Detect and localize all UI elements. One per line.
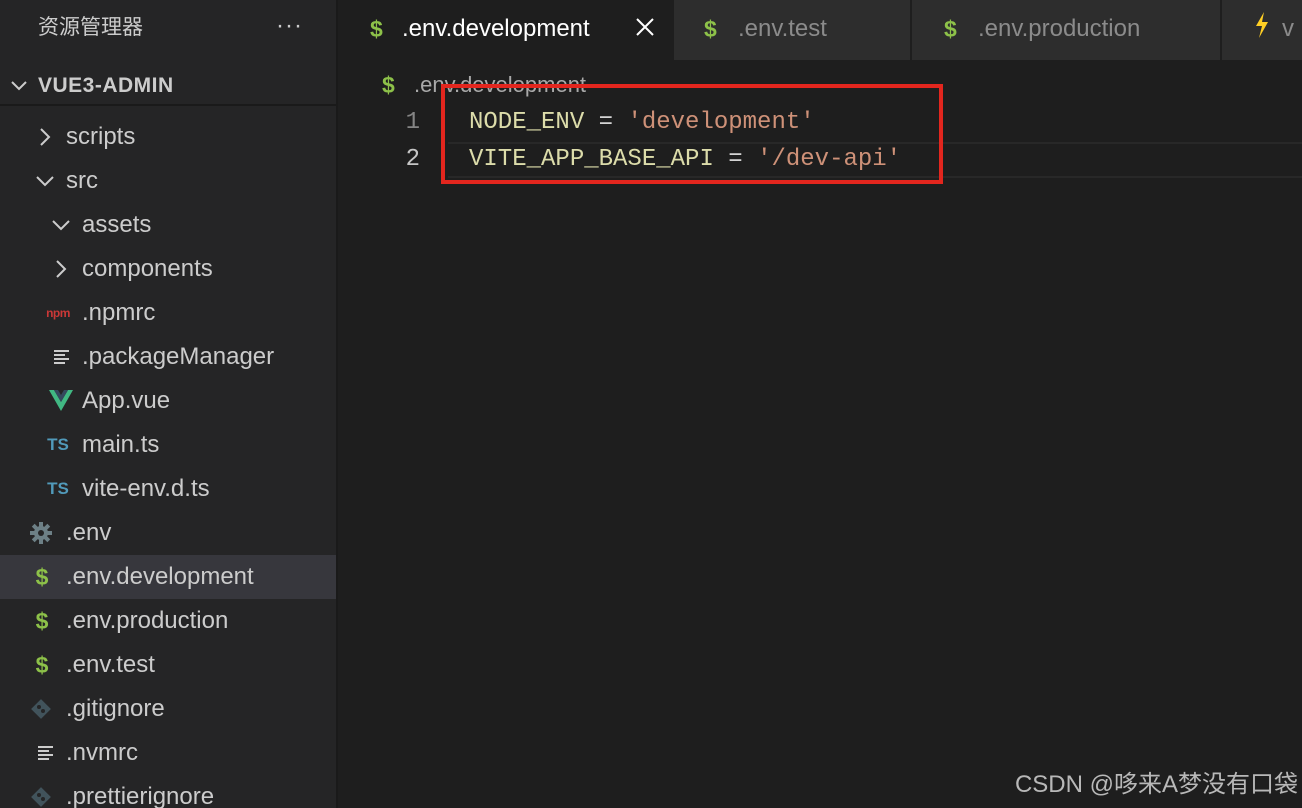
text-file-icon <box>50 335 74 379</box>
tree-item-label: .nvmrc <box>66 739 138 766</box>
chevron-right-icon <box>33 115 57 159</box>
tree-file-packagemanager[interactable]: .packageManager <box>0 335 336 379</box>
tree-item-label: .gitignore <box>66 695 165 722</box>
tab-env-production[interactable]: $ .env.production <box>912 0 1222 60</box>
tree-item-label: App.vue <box>82 387 171 414</box>
tree-file-prettierignore[interactable]: .prettierignore <box>0 775 336 808</box>
editor-tab-bar: $ .env.development $ .env.test $ .env.pr… <box>338 0 1302 60</box>
chevron-down-icon <box>49 203 73 247</box>
dollar-icon: $ <box>944 16 957 42</box>
annotation-highlight-box <box>441 84 943 184</box>
tree-file-env-development[interactable]: $ .env.development <box>0 555 336 599</box>
chevron-down-icon <box>10 79 28 97</box>
tree-file-vite-env[interactable]: TS vite-env.d.ts <box>0 467 336 511</box>
watermark: CSDN @哆来A梦没有口袋 <box>1014 771 1298 798</box>
typescript-icon: TS <box>47 479 69 498</box>
tree-file-main-ts[interactable]: TS main.ts <box>0 423 336 467</box>
close-icon[interactable] <box>634 16 656 43</box>
tree-item-label: components <box>82 255 213 282</box>
text-file-icon <box>34 731 58 775</box>
dollar-icon: $ <box>35 563 49 590</box>
tree-file-nvmrc[interactable]: .nvmrc <box>0 731 336 775</box>
tree-folder-src[interactable]: src <box>0 159 336 203</box>
gear-icon <box>29 511 53 555</box>
tree-item-label: .env.test <box>66 651 155 678</box>
workspace-root-label: VUE3-ADMIN <box>38 74 174 97</box>
chevron-right-icon <box>49 247 73 291</box>
tab-label: .env.test <box>738 15 827 42</box>
tree-file-npmrc[interactable]: npm .npmrc <box>0 291 336 335</box>
tree-item-label: main.ts <box>82 431 160 458</box>
tree-folder-assets[interactable]: assets <box>0 203 336 247</box>
tree-item-label: assets <box>82 211 152 238</box>
tree-item-label: .npmrc <box>82 299 156 326</box>
git-icon <box>29 775 53 808</box>
tree-item-label: .prettierignore <box>66 783 215 808</box>
npm-icon: npm <box>46 306 70 320</box>
vue-icon <box>49 379 73 423</box>
tree-folder-components[interactable]: components <box>0 247 336 291</box>
vite-icon <box>1254 12 1270 42</box>
tab-label: .env.development <box>402 15 590 42</box>
tree-file-app-vue[interactable]: App.vue <box>0 379 336 423</box>
tree-file-env[interactable]: .env <box>0 511 336 555</box>
explorer-sidebar: 资源管理器 ··· VUE3-ADMIN scripts src assets … <box>0 0 336 808</box>
tab-env-development[interactable]: $ .env.development <box>338 0 674 60</box>
tab-env-test[interactable]: $ .env.test <box>674 0 912 60</box>
typescript-icon: TS <box>47 435 69 454</box>
explorer-title: 资源管理器 <box>38 16 143 39</box>
line-number: 1 <box>405 109 420 136</box>
dollar-icon: $ <box>35 651 49 678</box>
tree-item-label: src <box>66 167 98 194</box>
tab-label: .env.production <box>978 15 1141 42</box>
tree-item-label: vite-env.d.ts <box>82 475 210 502</box>
tree-file-gitignore[interactable]: .gitignore <box>0 687 336 731</box>
dollar-icon: $ <box>35 607 49 634</box>
line-number: 2 <box>405 146 420 173</box>
tree-item-label: .env.development <box>66 563 254 590</box>
dollar-icon: $ <box>370 16 383 42</box>
dollar-icon: $ <box>704 16 717 42</box>
more-actions-button[interactable]: ··· <box>276 12 303 40</box>
tree-item-label: .env <box>66 519 112 546</box>
tab-label: v <box>1282 15 1294 42</box>
tree-folder-scripts[interactable]: scripts <box>0 115 336 159</box>
tree-file-env-test[interactable]: $ .env.test <box>0 643 336 687</box>
workspace-root-folder[interactable]: VUE3-ADMIN <box>0 66 336 106</box>
chevron-down-icon <box>33 159 57 203</box>
dollar-icon: $ <box>382 72 395 98</box>
tree-item-label: scripts <box>66 123 136 150</box>
git-icon <box>29 687 53 731</box>
tree-item-label: .packageManager <box>82 343 275 370</box>
tab-vite-config[interactable]: v <box>1222 0 1302 60</box>
tree-item-label: .env.production <box>66 607 229 634</box>
tree-file-env-production[interactable]: $ .env.production <box>0 599 336 643</box>
